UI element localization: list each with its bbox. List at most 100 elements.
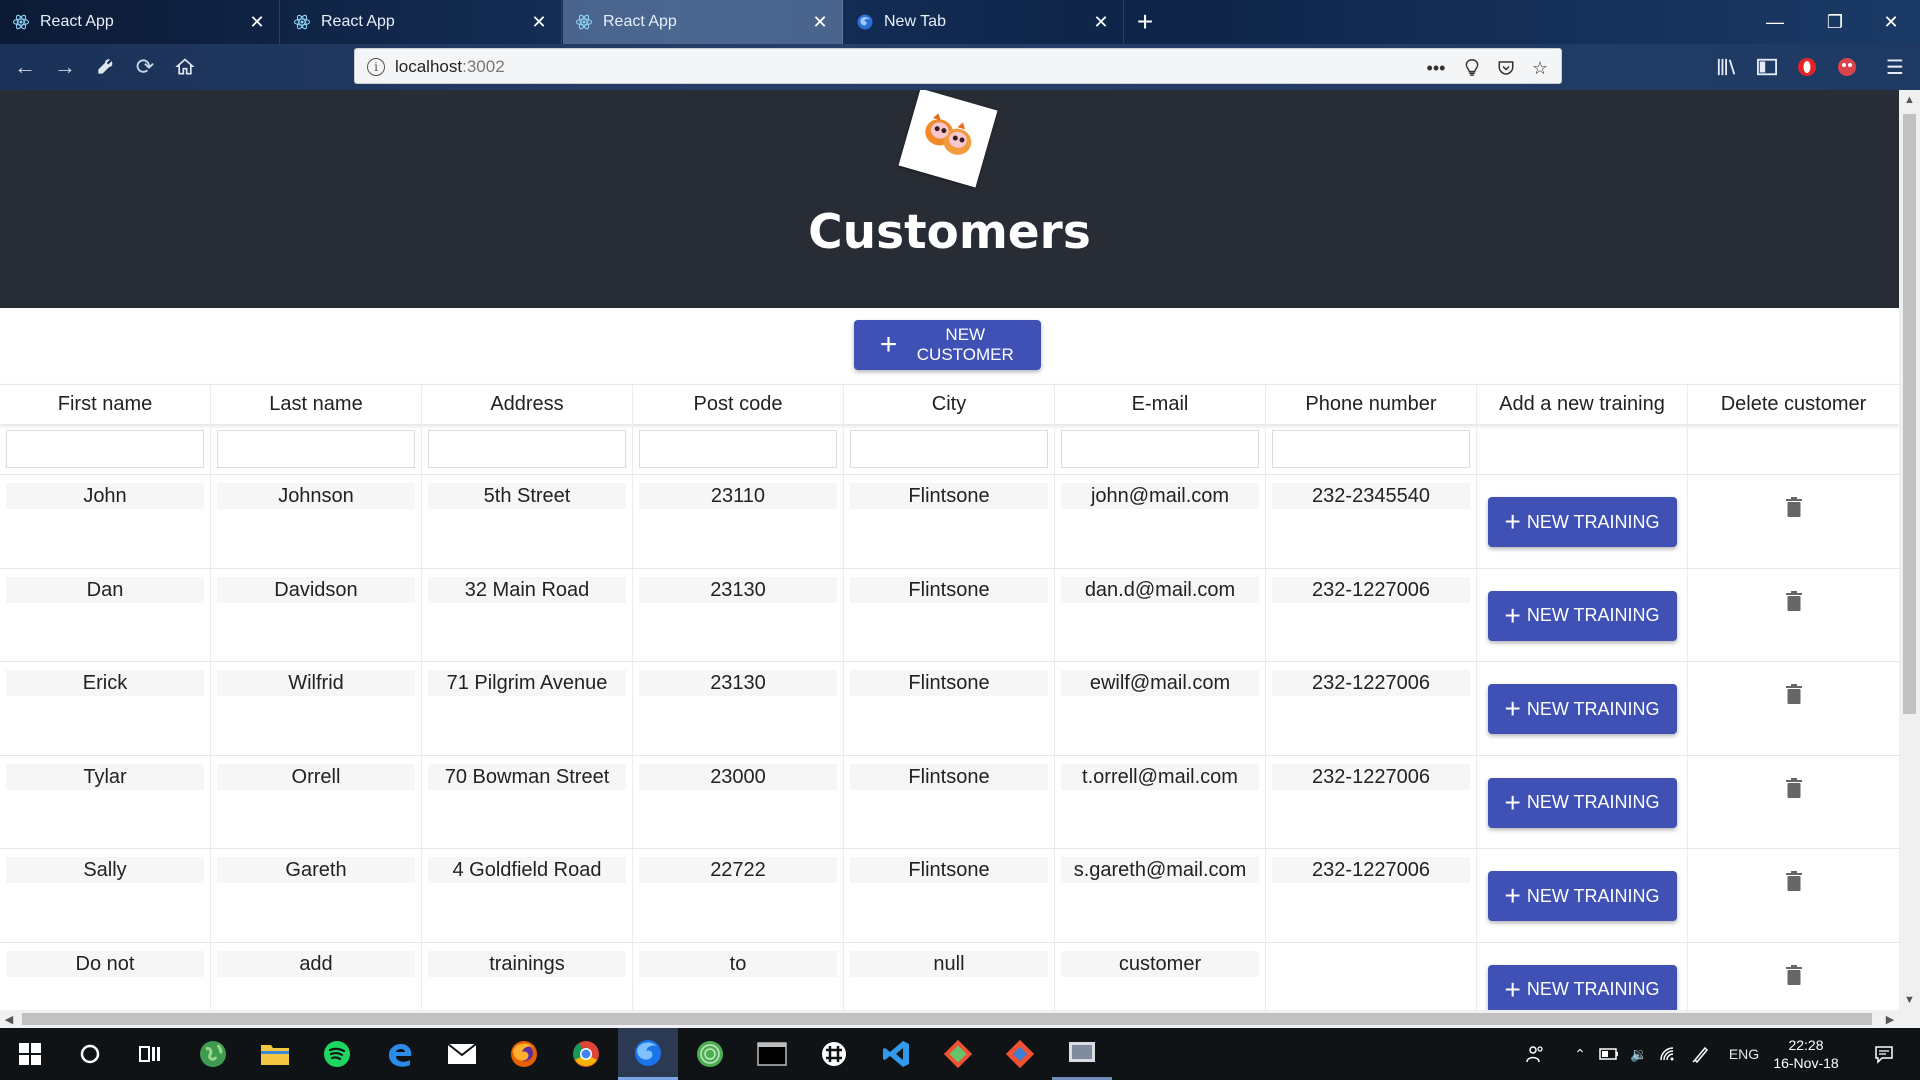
address-cell[interactable]: 5th Street	[428, 483, 626, 509]
mail-icon[interactable]	[432, 1028, 492, 1080]
city-cell[interactable]: Flintsone	[850, 576, 1048, 603]
terminal-icon[interactable]	[742, 1028, 802, 1080]
trash-icon[interactable]	[1785, 777, 1802, 849]
filter-post-code-input[interactable]	[639, 430, 837, 468]
filter-city-input[interactable]	[850, 430, 1048, 468]
menu-icon[interactable]: ☰	[1880, 52, 1910, 82]
photos-app-icon[interactable]	[1052, 1028, 1112, 1080]
address-cell[interactable]: 32 Main Road	[428, 576, 626, 603]
filter-address-input[interactable]	[428, 430, 626, 468]
wifi-icon[interactable]	[1656, 1028, 1682, 1080]
close-icon[interactable]: ✕	[808, 10, 832, 34]
email-cell[interactable]: customer	[1061, 950, 1259, 977]
minimize-icon[interactable]: —	[1752, 0, 1798, 44]
address-cell[interactable]: 71 Pilgrim Avenue	[428, 670, 626, 696]
phone-cell[interactable]: 232-2345540	[1272, 483, 1470, 509]
file-explorer-icon[interactable]	[245, 1028, 305, 1080]
phone-cell[interactable]: 232-1227006	[1272, 670, 1470, 696]
volume-icon[interactable]: 🔉	[1626, 1028, 1652, 1080]
pocket-icon[interactable]	[1493, 55, 1519, 81]
email-cell[interactable]: john@mail.com	[1061, 483, 1259, 509]
email-cell[interactable]: t.orrell@mail.com	[1061, 763, 1259, 790]
extension-icon[interactable]	[1832, 52, 1862, 82]
last-name-cell[interactable]: Davidson	[217, 576, 415, 603]
new-customer-button[interactable]: + NEW CUSTOMER	[854, 320, 1041, 370]
first-name-cell[interactable]: John	[6, 483, 204, 509]
column-header[interactable]: First name	[0, 385, 211, 424]
first-name-cell[interactable]: Sally	[6, 857, 204, 883]
forward-icon[interactable]: →	[50, 52, 80, 82]
first-name-cell[interactable]: Do not	[6, 950, 204, 977]
firefox-developer-icon[interactable]	[618, 1028, 678, 1080]
first-name-cell[interactable]: Dan	[6, 576, 204, 603]
last-name-cell[interactable]: Wilfrid	[217, 670, 415, 696]
first-name-cell[interactable]: Erick	[6, 670, 204, 696]
close-icon[interactable]: ✕	[245, 10, 269, 34]
email-cell[interactable]: ewilf@mail.com	[1061, 670, 1259, 696]
opera-extension-icon[interactable]	[1792, 52, 1822, 82]
edge-icon[interactable]	[370, 1028, 430, 1080]
browser-tab[interactable]: React App ✕	[0, 0, 280, 44]
git-kraken-icon[interactable]	[928, 1028, 988, 1080]
system-clock[interactable]: 22:28 16-Nov-18	[1772, 1036, 1840, 1072]
filter-last-name-input[interactable]	[217, 430, 415, 468]
fingerprint-app-icon[interactable]	[680, 1028, 740, 1080]
new-training-button[interactable]: + NEW TRAINING	[1487, 871, 1677, 921]
browser-tab[interactable]: New Tab ✕	[844, 0, 1124, 44]
battery-icon[interactable]	[1596, 1028, 1622, 1080]
back-icon[interactable]: ←	[10, 52, 40, 82]
window-close-icon[interactable]: ✕	[1868, 0, 1914, 44]
scroll-left-icon[interactable]: ◀	[0, 1010, 18, 1028]
close-icon[interactable]: ✕	[527, 10, 551, 34]
cortana-search-icon[interactable]	[60, 1028, 120, 1080]
url-bar[interactable]: i localhost:3002 ••• ☆	[354, 48, 1562, 84]
trash-icon[interactable]	[1785, 590, 1802, 662]
column-header[interactable]: Last name	[211, 385, 422, 424]
last-name-cell[interactable]: Orrell	[217, 763, 415, 790]
firefox-icon[interactable]	[494, 1028, 554, 1080]
globe-app-icon[interactable]	[183, 1028, 243, 1080]
browser-tab[interactable]: React App ✕	[281, 0, 562, 44]
scrollbar-thumb[interactable]	[1903, 114, 1916, 714]
column-header[interactable]: Address	[422, 385, 633, 424]
phone-cell[interactable]	[1272, 951, 1470, 977]
email-cell[interactable]: dan.d@mail.com	[1061, 576, 1259, 603]
first-name-cell[interactable]: Tylar	[6, 763, 204, 790]
home-icon[interactable]	[170, 52, 200, 82]
new-tab-button[interactable]: +	[1130, 4, 1160, 40]
post-code-cell[interactable]: 23130	[639, 576, 837, 603]
scroll-down-icon[interactable]: ▼	[1899, 990, 1920, 1010]
post-code-cell[interactable]: 23000	[639, 763, 837, 790]
last-name-cell[interactable]: Johnson	[217, 483, 415, 509]
vscode-icon[interactable]	[866, 1028, 926, 1080]
more-actions-icon[interactable]: •••	[1423, 55, 1449, 81]
filter-email-input[interactable]	[1061, 430, 1259, 468]
last-name-cell[interactable]: add	[217, 950, 415, 977]
trash-icon[interactable]	[1785, 871, 1802, 942]
address-cell[interactable]: trainings	[428, 950, 626, 977]
windows-start-icon[interactable]	[0, 1028, 60, 1080]
scroll-up-icon[interactable]: ▲	[1899, 90, 1920, 110]
slack-icon[interactable]	[804, 1028, 864, 1080]
vertical-scrollbar[interactable]: ▲ ▼	[1899, 90, 1920, 1010]
address-cell[interactable]: 70 Bowman Street	[428, 763, 626, 790]
new-training-button[interactable]: + NEW TRAINING	[1487, 497, 1677, 547]
column-header[interactable]: Phone number	[1266, 385, 1477, 424]
scroll-right-icon[interactable]: ▶	[1881, 1010, 1899, 1028]
task-view-icon[interactable]	[120, 1028, 180, 1080]
trash-icon[interactable]	[1785, 684, 1802, 755]
chrome-icon[interactable]	[556, 1028, 616, 1080]
phone-cell[interactable]: 232-1227006	[1272, 763, 1470, 790]
email-cell[interactable]: s.gareth@mail.com	[1061, 857, 1259, 883]
phone-cell[interactable]: 232-1227006	[1272, 857, 1470, 883]
restore-icon[interactable]: ❐	[1812, 0, 1858, 44]
post-code-cell[interactable]: 23130	[639, 670, 837, 696]
filter-phone-input[interactable]	[1272, 430, 1470, 468]
pen-icon[interactable]	[1688, 1028, 1714, 1080]
library-icon[interactable]	[1712, 52, 1742, 82]
city-cell[interactable]: Flintsone	[850, 857, 1048, 883]
post-code-cell[interactable]: 22722	[639, 857, 837, 883]
new-training-button[interactable]: + NEW TRAINING	[1487, 684, 1677, 734]
scrollbar-thumb[interactable]	[22, 1013, 1872, 1025]
last-name-cell[interactable]: Gareth	[217, 857, 415, 883]
